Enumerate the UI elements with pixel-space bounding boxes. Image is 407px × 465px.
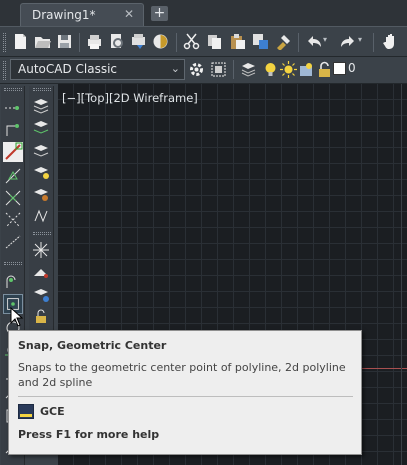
toolbar-grip[interactable] bbox=[3, 33, 6, 52]
layer-stack-icon[interactable] bbox=[31, 96, 51, 116]
snap-center-icon[interactable] bbox=[3, 272, 23, 292]
layer-unlock-icon[interactable] bbox=[31, 306, 51, 326]
layer-previous-icon[interactable] bbox=[31, 118, 51, 138]
toolbar-separator bbox=[79, 33, 80, 52]
workspace-settings-icon[interactable] bbox=[210, 61, 227, 78]
current-layer-name[interactable]: 0 bbox=[348, 61, 356, 75]
layer-lock-icon[interactable] bbox=[31, 240, 51, 260]
layer-isolate-icon[interactable] bbox=[31, 140, 51, 160]
tooltip-divider bbox=[18, 396, 353, 397]
workspace-dropdown[interactable]: AutoCAD Classic ⌄ bbox=[10, 59, 185, 80]
lightbulb-icon[interactable] bbox=[262, 61, 279, 78]
toolbar-separator bbox=[233, 60, 234, 79]
copy-icon[interactable] bbox=[206, 33, 223, 50]
temporary-track-point-icon[interactable] bbox=[3, 98, 23, 118]
open-folder-icon[interactable] bbox=[34, 33, 51, 50]
chevron-down-icon: ⌄ bbox=[170, 62, 180, 75]
mouse-cursor-icon bbox=[10, 307, 24, 327]
new-file-icon[interactable] bbox=[12, 33, 29, 50]
drawing-line bbox=[360, 368, 407, 369]
toolbar-separator bbox=[298, 33, 299, 52]
viewport-freeze-icon[interactable] bbox=[298, 61, 315, 78]
snap-from-icon[interactable] bbox=[3, 120, 23, 140]
undo-dropdown-icon[interactable]: ▾ bbox=[323, 35, 327, 44]
layer-off-icon[interactable] bbox=[31, 162, 51, 182]
layer-delete-icon[interactable] bbox=[31, 284, 51, 304]
tooltip-help-hint: Press F1 for more help bbox=[18, 428, 160, 441]
layer-match-icon[interactable] bbox=[31, 206, 51, 226]
publish-icon[interactable] bbox=[130, 33, 147, 50]
toolbar-separator bbox=[176, 33, 177, 52]
new-tab-button[interactable]: + bbox=[151, 6, 168, 21]
canvas-divider bbox=[401, 84, 402, 465]
snap-extension-icon[interactable] bbox=[3, 232, 23, 252]
layer-freeze-icon[interactable] bbox=[31, 184, 51, 204]
gear-icon[interactable] bbox=[188, 61, 205, 78]
layer-color-swatch-icon[interactable] bbox=[333, 62, 346, 75]
redo-dropdown-icon[interactable]: ▾ bbox=[358, 35, 362, 44]
paste-block-icon[interactable] bbox=[252, 33, 269, 50]
toolbar-grip[interactable] bbox=[3, 61, 6, 80]
command-tooltip: Snap, Geometric Center Snaps to the geom… bbox=[8, 330, 362, 455]
match-properties-icon[interactable] bbox=[275, 33, 292, 50]
layer-properties-icon[interactable] bbox=[240, 61, 257, 78]
close-icon[interactable]: ✕ bbox=[124, 7, 134, 21]
tooltip-description: Snaps to the geometric center point of p… bbox=[18, 361, 346, 389]
sun-icon[interactable] bbox=[280, 61, 297, 78]
viewport-controls-label[interactable]: [−][Top][2D Wireframe] bbox=[62, 91, 198, 105]
workspace-layer-toolbar: AutoCAD Classic ⌄ bbox=[0, 57, 407, 84]
toolbar-separator bbox=[33, 232, 51, 235]
save-icon[interactable] bbox=[56, 33, 73, 50]
standard-toolbar: ▾ ▾ bbox=[0, 26, 407, 57]
3d-print-icon[interactable] bbox=[152, 33, 169, 50]
lock-icon[interactable] bbox=[316, 61, 333, 78]
draw-toolbar bbox=[29, 86, 54, 330]
toolbar-grip[interactable] bbox=[4, 88, 22, 91]
plot-icon[interactable] bbox=[86, 33, 103, 50]
toolbar-grip[interactable] bbox=[33, 88, 51, 91]
tab-drawing1[interactable]: Drawing1* ✕ bbox=[20, 3, 144, 26]
tab-title: Drawing1* bbox=[32, 8, 96, 22]
toolbar-separator bbox=[4, 262, 22, 265]
paste-icon[interactable] bbox=[229, 33, 246, 50]
plot-preview-icon[interactable] bbox=[108, 33, 125, 50]
document-tab-bar: Drawing1* ✕ + bbox=[0, 0, 407, 26]
layer-walk-icon[interactable] bbox=[31, 262, 51, 282]
undo-icon[interactable] bbox=[305, 33, 322, 50]
cut-icon[interactable] bbox=[183, 33, 200, 50]
pan-hand-icon[interactable] bbox=[382, 33, 399, 50]
toolbar-separator bbox=[373, 33, 374, 52]
tooltip-command-name: GCE bbox=[40, 405, 65, 418]
snap-apparent-intersection-icon[interactable] bbox=[3, 210, 23, 230]
snap-endpoint-icon[interactable] bbox=[3, 142, 23, 162]
redo-icon[interactable] bbox=[340, 33, 357, 50]
workspace-selected-value: AutoCAD Classic bbox=[18, 62, 118, 76]
snap-midpoint-icon[interactable] bbox=[3, 166, 23, 186]
command-line-icon bbox=[18, 404, 34, 419]
tooltip-title: Snap, Geometric Center bbox=[18, 339, 167, 352]
snap-intersection-icon[interactable] bbox=[3, 188, 23, 208]
